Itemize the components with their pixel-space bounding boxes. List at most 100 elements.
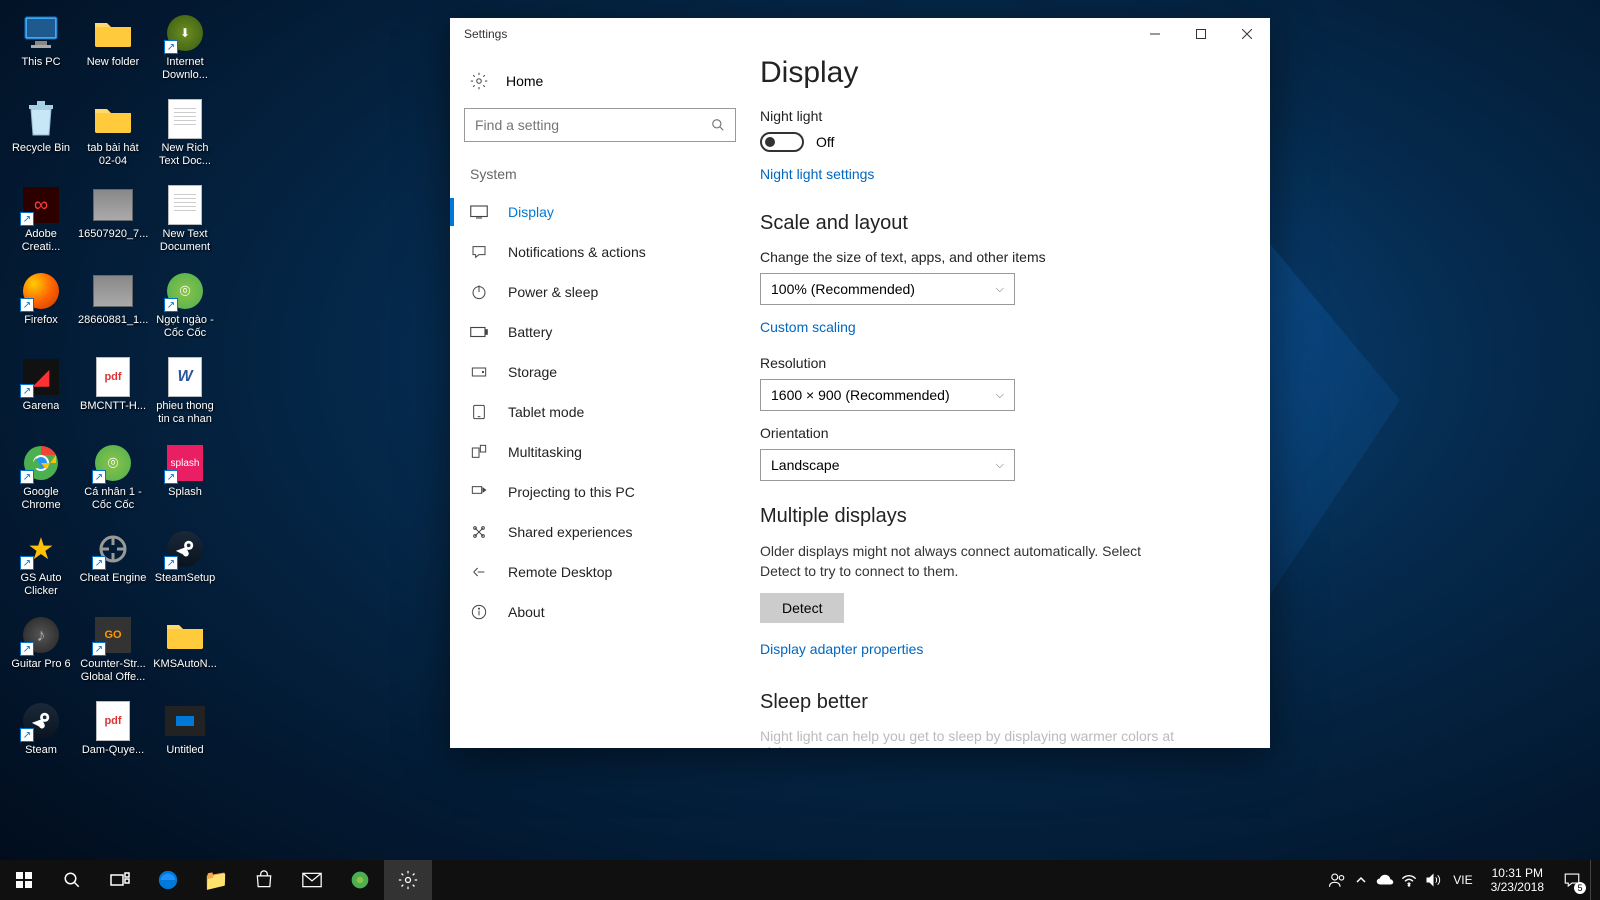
content-pane[interactable]: Display Night light Off Night light sett… bbox=[750, 50, 1270, 748]
taskbar-explorer[interactable]: 📁 bbox=[192, 860, 240, 900]
adapter-properties-link[interactable]: Display adapter properties bbox=[760, 641, 923, 657]
taskbar-store[interactable] bbox=[240, 860, 288, 900]
desktop-icon[interactable]: New folder bbox=[77, 10, 149, 96]
taskbar-mail[interactable] bbox=[288, 860, 336, 900]
word-icon: W bbox=[164, 356, 206, 398]
desktop-icon[interactable]: Wphieu thong tin ca nhan bbox=[149, 354, 221, 440]
home-label: Home bbox=[506, 73, 543, 89]
night-light-label: Night light bbox=[760, 108, 1240, 124]
search-box[interactable] bbox=[464, 108, 736, 142]
desktop-icon[interactable]: ⌾↗Cá nhân 1 - Cốc Cốc bbox=[77, 440, 149, 526]
nav-item-notif[interactable]: Notifications & actions bbox=[450, 232, 750, 272]
desktop-icon-label: Garena bbox=[23, 400, 60, 413]
nav-item-label: About bbox=[508, 604, 545, 620]
taskbar-settings[interactable] bbox=[384, 860, 432, 900]
orientation-label: Orientation bbox=[760, 425, 1240, 441]
desktop-icon[interactable]: ↗Steam bbox=[5, 698, 77, 784]
nav-item-storage[interactable]: Storage bbox=[450, 352, 750, 392]
home-button[interactable]: Home bbox=[450, 60, 750, 102]
nav-item-display[interactable]: Display bbox=[450, 192, 750, 232]
tablet-icon bbox=[470, 403, 488, 421]
desktop-icon[interactable]: This PC bbox=[5, 10, 77, 96]
nav-item-label: Multitasking bbox=[508, 444, 582, 460]
desktop-icon[interactable]: ★↗GS Auto Clicker bbox=[5, 526, 77, 612]
tray-clock[interactable]: 10:31 PM 3/23/2018 bbox=[1481, 866, 1554, 895]
img-icon bbox=[92, 270, 134, 312]
resolution-dropdown[interactable]: 1600 × 900 (Recommended) ⌵ bbox=[760, 379, 1015, 411]
action-center-button[interactable]: 5 bbox=[1554, 860, 1590, 900]
desktop-icon[interactable]: ⌾↗Ngọt ngào - Cốc Cốc bbox=[149, 268, 221, 354]
folder-icon bbox=[164, 614, 206, 656]
desktop-icon[interactable]: Untitled bbox=[149, 698, 221, 784]
desktop-icon[interactable]: New Text Document bbox=[149, 182, 221, 268]
maximize-button[interactable] bbox=[1178, 18, 1224, 50]
desktop-icon-label: New Rich Text Doc... bbox=[150, 142, 220, 167]
desktop-icon[interactable]: ∞↗Adobe Creati... bbox=[5, 182, 77, 268]
minimize-button[interactable] bbox=[1132, 18, 1178, 50]
remote-icon bbox=[470, 563, 488, 581]
desktop-icon[interactable]: ↗Google Chrome bbox=[5, 440, 77, 526]
desktop-icon-label: Untitled bbox=[166, 744, 203, 757]
nav-item-shared[interactable]: Shared experiences bbox=[450, 512, 750, 552]
desktop-icon[interactable]: pdfDam-Quye... bbox=[77, 698, 149, 784]
desktop-icon[interactable]: ↗Firefox bbox=[5, 268, 77, 354]
tray-language[interactable]: VIE bbox=[1445, 873, 1480, 887]
desktop-icon[interactable]: GO↗Counter-Str... Global Offe... bbox=[77, 612, 149, 698]
about-icon bbox=[470, 603, 488, 621]
recycle-icon bbox=[20, 98, 62, 140]
desktop-icon-label: Steam bbox=[25, 744, 57, 757]
desktop-icon-label: Dam-Quye... bbox=[82, 744, 144, 757]
tray-overflow-icon[interactable] bbox=[1349, 860, 1373, 900]
nav-item-tablet[interactable]: Tablet mode bbox=[450, 392, 750, 432]
resolution-value: 1600 × 900 (Recommended) bbox=[771, 387, 950, 403]
tray-time: 10:31 PM bbox=[1491, 866, 1544, 880]
close-button[interactable] bbox=[1224, 18, 1270, 50]
desktop-icon-label: GS Auto Clicker bbox=[6, 572, 76, 597]
txt-icon bbox=[164, 98, 206, 140]
desktop-icon[interactable]: tab bài hát 02-04 bbox=[77, 96, 149, 182]
desktop-icon[interactable]: 28660881_1... bbox=[77, 268, 149, 354]
desktop-icon[interactable]: ↗Cheat Engine bbox=[77, 526, 149, 612]
nav-item-about[interactable]: About bbox=[450, 592, 750, 632]
night-light-toggle[interactable] bbox=[760, 132, 804, 152]
taskbar-coccoc[interactable] bbox=[336, 860, 384, 900]
desktop-icon[interactable]: ♪↗Guitar Pro 6 bbox=[5, 612, 77, 698]
desktop-icon-label: Adobe Creati... bbox=[6, 228, 76, 253]
desktop-icon[interactable]: splash↗Splash bbox=[149, 440, 221, 526]
task-view-button[interactable] bbox=[96, 860, 144, 900]
taskbar: 📁 VIE 10:31 PM 3/23/2018 5 bbox=[0, 860, 1600, 900]
search-button[interactable] bbox=[48, 860, 96, 900]
tray-volume-icon[interactable] bbox=[1421, 860, 1445, 900]
detect-button[interactable]: Detect bbox=[760, 593, 844, 623]
tray-wifi-icon[interactable] bbox=[1397, 860, 1421, 900]
desktop-icon[interactable]: ⬇↗Internet Downlo... bbox=[149, 10, 221, 96]
pc-icon bbox=[20, 12, 62, 54]
desktop-icon[interactable]: ◢↗Garena bbox=[5, 354, 77, 440]
desktop-icon[interactable]: Recycle Bin bbox=[5, 96, 77, 182]
tray-onedrive-icon[interactable] bbox=[1373, 860, 1397, 900]
nav-item-label: Storage bbox=[508, 364, 557, 380]
orientation-dropdown[interactable]: Landscape ⌵ bbox=[760, 449, 1015, 481]
desktop-icon[interactable]: New Rich Text Doc... bbox=[149, 96, 221, 182]
desktop-icon[interactable]: pdfBMCNTT-H... bbox=[77, 354, 149, 440]
custom-scaling-link[interactable]: Custom scaling bbox=[760, 319, 856, 335]
chevron-down-icon: ⌵ bbox=[996, 459, 1004, 472]
desktop-icon[interactable]: KMSAutoN... bbox=[149, 612, 221, 698]
desktop-icon[interactable]: ↗SteamSetup bbox=[149, 526, 221, 612]
desktop-icon[interactable]: 16507920_7... bbox=[77, 182, 149, 268]
nav-item-multitask[interactable]: Multitasking bbox=[450, 432, 750, 472]
scale-label: Change the size of text, apps, and other… bbox=[760, 249, 1240, 265]
search-input[interactable] bbox=[475, 117, 711, 133]
night-light-settings-link[interactable]: Night light settings bbox=[760, 166, 874, 182]
tray-people-icon[interactable] bbox=[1325, 860, 1349, 900]
nav-item-project[interactable]: Projecting to this PC bbox=[450, 472, 750, 512]
start-button[interactable] bbox=[0, 860, 48, 900]
nav-item-battery[interactable]: Battery bbox=[450, 312, 750, 352]
multi-displays-heading: Multiple displays bbox=[760, 505, 1240, 528]
taskbar-edge[interactable] bbox=[144, 860, 192, 900]
show-desktop-button[interactable] bbox=[1590, 860, 1596, 900]
scale-dropdown[interactable]: 100% (Recommended) ⌵ bbox=[760, 273, 1015, 305]
nav-item-remote[interactable]: Remote Desktop bbox=[450, 552, 750, 592]
nav-item-power[interactable]: Power & sleep bbox=[450, 272, 750, 312]
notification-badge: 5 bbox=[1574, 882, 1586, 894]
